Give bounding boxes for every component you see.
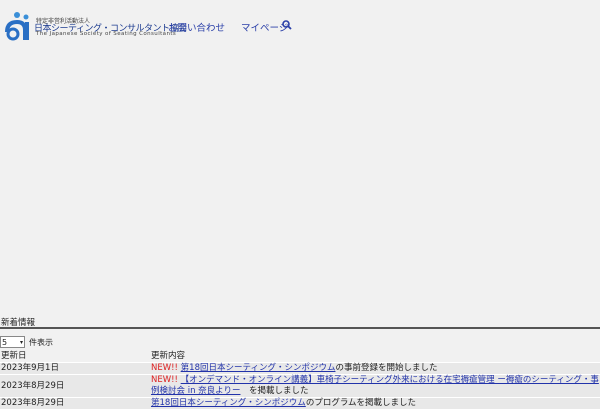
- logo-icon[interactable]: [3, 10, 33, 42]
- logo-english-name: The Japanese Society of Seating Consulta…: [36, 31, 177, 37]
- row-date: 2023年9月1日: [0, 362, 150, 375]
- news-suffix: を掲載しました: [240, 386, 309, 396]
- page-size-select[interactable]: 5 ▾: [0, 336, 25, 348]
- row-date: 2023年8月29日: [0, 374, 150, 398]
- chevron-down-icon: ▾: [19, 338, 23, 346]
- news-title: 新着情報: [0, 316, 600, 329]
- page-size-label: 件表示: [29, 337, 53, 347]
- news-section: 新着情報 5 ▾ 件表示 更新日 更新内容 2023年9月1日 NEW!! 第18…: [0, 316, 600, 410]
- site-header: 特定非営利活動法人 日本シーティング・コンサルタント協会 The Japanes…: [0, 0, 600, 46]
- table-row: 2023年8月29日 NEW!! 【オンデマンド・オンライン講義】車椅子シーティ…: [0, 374, 600, 398]
- main-nav: お問い合わせ マイページ: [168, 20, 288, 34]
- row-date: 2023年8月29日: [0, 397, 150, 410]
- nav-contact[interactable]: お問い合わせ: [168, 20, 225, 34]
- new-badge: NEW!!: [151, 375, 178, 385]
- news-table: 更新日 更新内容 2023年9月1日 NEW!! 第18回日本シーティング・シン…: [0, 351, 600, 410]
- new-badge: NEW!!: [151, 363, 178, 373]
- page-size-value: 5: [2, 337, 8, 347]
- news-link[interactable]: 第18回日本シーティング・シンポジウム: [181, 363, 336, 373]
- news-link[interactable]: 【オンデマンド・オンライン講義】車椅子シーティング外来における在宅褥瘡管理 ー褥…: [151, 375, 599, 396]
- search-icon[interactable]: [282, 20, 292, 30]
- table-row: 2023年8月29日 第18回日本シーティング・シンポジウムのプログラムを掲載し…: [0, 397, 600, 410]
- column-content: 更新内容: [150, 351, 600, 363]
- news-suffix: の事前登録を開始しました: [335, 363, 438, 373]
- table-header: 更新日 更新内容: [0, 351, 600, 363]
- table-row: 2023年9月1日 NEW!! 第18回日本シーティング・シンポジウムの事前登録…: [0, 362, 600, 375]
- column-date: 更新日: [0, 351, 150, 363]
